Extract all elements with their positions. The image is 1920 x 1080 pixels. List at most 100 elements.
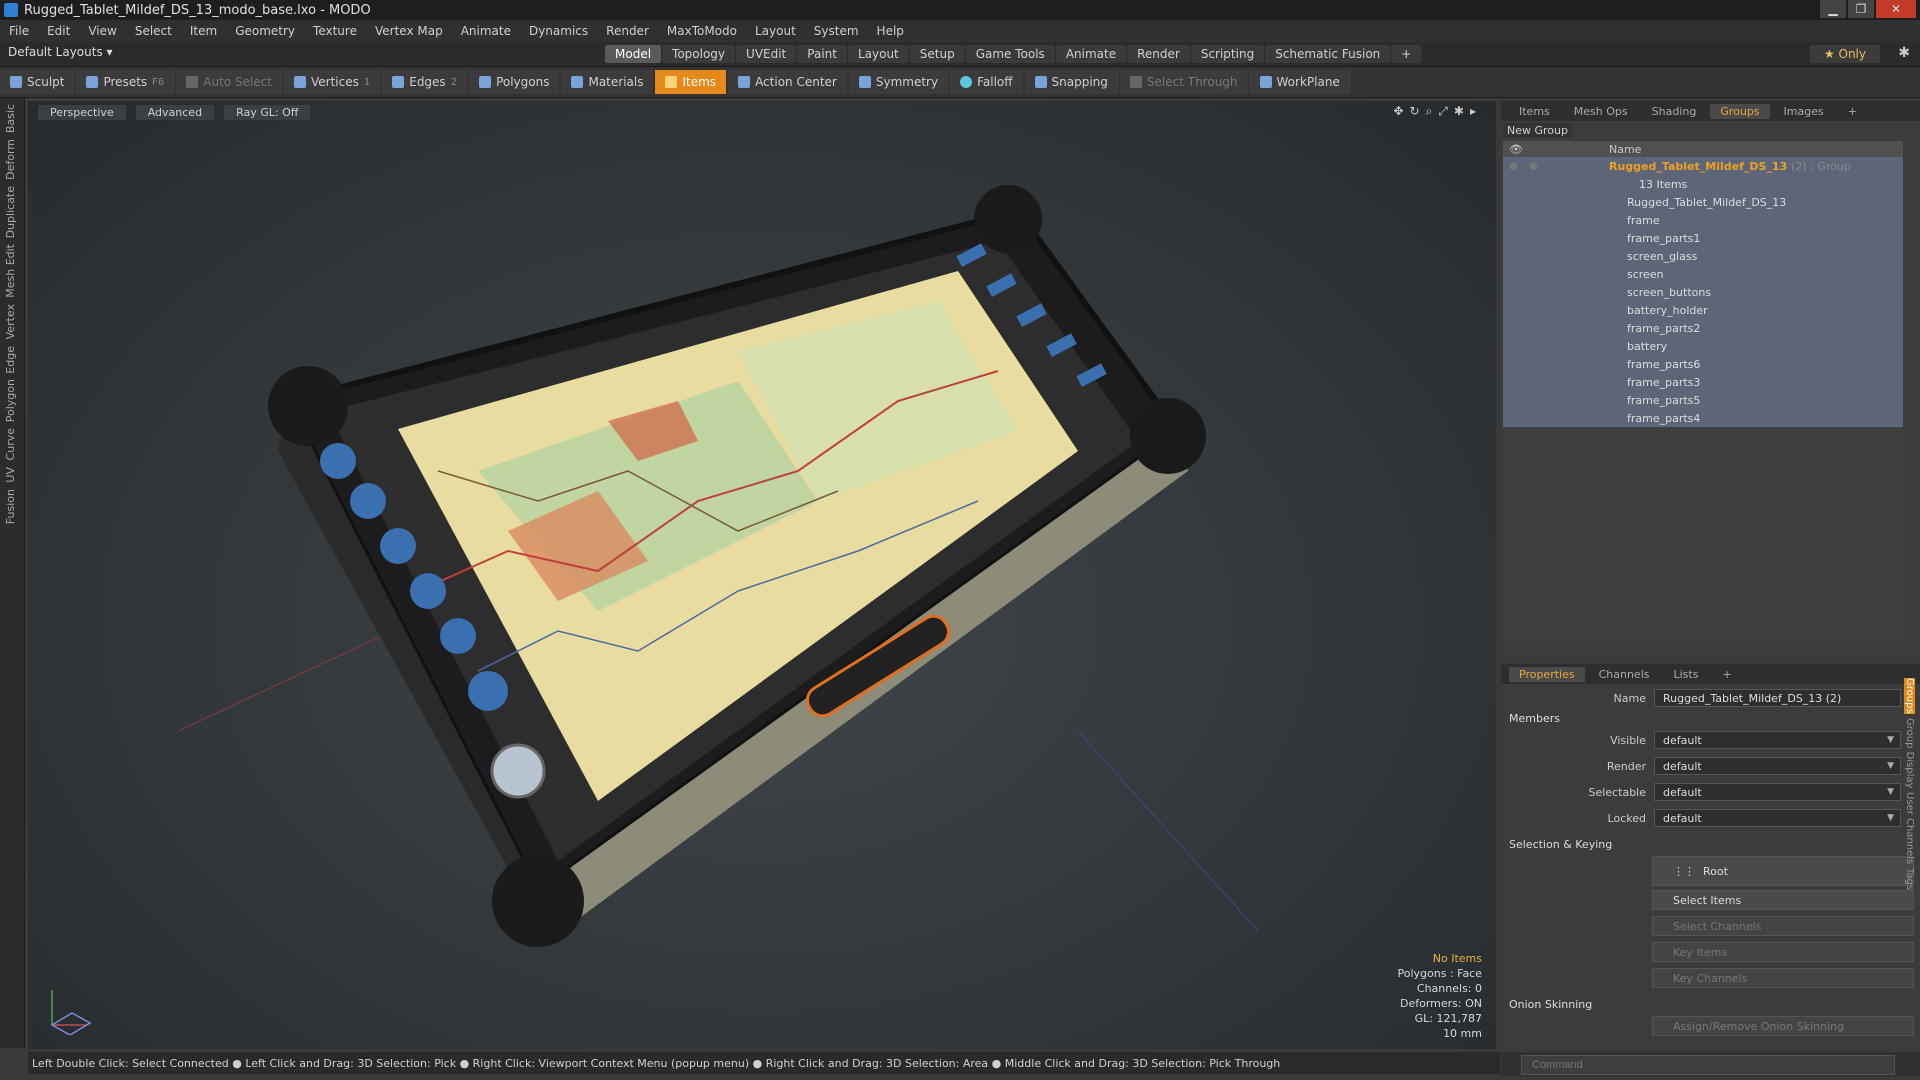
advanced-dropdown[interactable]: Advanced [135, 104, 215, 120]
only-button[interactable]: ★ Only [1809, 45, 1880, 63]
group-member-row[interactable]: frame_parts6 [1503, 355, 1903, 373]
menu-render[interactable]: Render [597, 24, 658, 38]
tab-images[interactable]: Images [1774, 104, 1834, 119]
strip-tab-uv[interactable]: UV [4, 467, 17, 483]
tab-setup[interactable]: Setup [909, 45, 965, 63]
key-channels-button[interactable]: Key Channels [1652, 968, 1914, 988]
side-tab-groups[interactable]: Groups [1904, 678, 1915, 714]
polygons-button[interactable]: Polygons [469, 70, 560, 94]
tab-animate[interactable]: Animate [1055, 45, 1127, 63]
selection-keying-section[interactable]: Selection & Keying [1509, 838, 1612, 851]
settings-icon[interactable]: ✱ [1454, 104, 1464, 119]
tab-shading[interactable]: Shading [1642, 104, 1707, 119]
tab-model[interactable]: Model [605, 45, 662, 63]
strip-tab-basic[interactable]: Basic [4, 104, 17, 133]
sculpt-button[interactable]: Sculpt [0, 70, 75, 94]
menu-file[interactable]: File [0, 24, 38, 38]
select-through-button[interactable]: Select Through [1119, 70, 1248, 94]
group-root-row[interactable]: ● ● Rugged_Tablet_Mildef_DS_13 (2) : Grou… [1503, 157, 1903, 175]
strip-tab-curve[interactable]: Curve [4, 428, 17, 460]
add-panel-tab-button[interactable]: + [1838, 104, 1867, 119]
pan-icon[interactable]: ✥ [1393, 104, 1403, 119]
tab-properties[interactable]: Properties [1509, 666, 1585, 682]
raygl-dropdown[interactable]: Ray GL: Off [224, 104, 311, 120]
menu-geometry[interactable]: Geometry [226, 24, 304, 38]
selectable-dropdown[interactable]: default ▼ [1654, 783, 1901, 801]
strip-tab-edge[interactable]: Edge [4, 346, 17, 374]
group-member-row[interactable]: battery [1503, 337, 1903, 355]
locked-dropdown[interactable]: default ▼ [1654, 809, 1901, 827]
group-member-row[interactable]: Rugged_Tablet_Mildef_DS_13 [1503, 193, 1903, 211]
onion-skinning-section[interactable]: Onion Skinning [1509, 998, 1592, 1011]
add-props-tab-button[interactable]: + [1712, 667, 1741, 682]
maximize-button[interactable]: ❐ [1848, 0, 1874, 18]
menu-texture[interactable]: Texture [304, 24, 366, 38]
action-center-button[interactable]: Action Center [728, 70, 847, 94]
tab-uvedit[interactable]: UVEdit [736, 45, 797, 63]
tab-topology[interactable]: Topology [662, 45, 736, 63]
render-dropdown[interactable]: default ▼ [1654, 757, 1901, 775]
menu-view[interactable]: View [79, 24, 125, 38]
close-button[interactable]: ✕ [1876, 0, 1916, 18]
command-input[interactable] [1521, 1055, 1895, 1075]
menu-animate[interactable]: Animate [452, 24, 520, 38]
eye-icon[interactable]: ● [1509, 161, 1521, 172]
group-member-row[interactable]: screen_glass [1503, 247, 1903, 265]
assign-onion-button[interactable]: Assign/Remove Onion Skinning [1652, 1016, 1914, 1036]
symmetry-button[interactable]: Symmetry [848, 70, 949, 94]
more-icon[interactable]: ▸ [1470, 104, 1476, 119]
tab-game-tools[interactable]: Game Tools [965, 45, 1055, 63]
visible-dropdown[interactable]: default ▼ [1654, 731, 1901, 749]
group-member-row[interactable]: screen_buttons [1503, 283, 1903, 301]
menu-help[interactable]: Help [868, 24, 913, 38]
menu-layout[interactable]: Layout [746, 24, 805, 38]
select-items-button[interactable]: Select Items [1652, 890, 1914, 910]
snapping-button[interactable]: Snapping [1024, 70, 1118, 94]
group-member-row[interactable]: frame_parts1 [1503, 229, 1903, 247]
root-button[interactable]: ⋮⋮ Root [1652, 856, 1914, 886]
workplane-button[interactable]: WorkPlane [1249, 70, 1350, 94]
strip-tab-fusion[interactable]: Fusion [4, 489, 17, 524]
side-tab-user-channels[interactable]: User Channels [1904, 792, 1915, 864]
group-member-row[interactable]: screen [1503, 265, 1903, 283]
3d-viewport[interactable]: Perspective Advanced Ray GL: Off ✥ ↻ ⌕ ⤢… [28, 101, 1496, 1049]
menu-select[interactable]: Select [126, 24, 181, 38]
maximize-icon[interactable]: ⤢ [1438, 104, 1448, 119]
tab-schematic-fusion[interactable]: Schematic Fusion [1265, 45, 1391, 63]
new-group-button[interactable]: New Group [1503, 123, 1572, 138]
tab-mesh-ops[interactable]: Mesh Ops [1564, 104, 1638, 119]
key-items-button[interactable]: Key Items [1652, 942, 1914, 962]
select-channels-button[interactable]: Select Channels [1652, 916, 1914, 936]
tab-items[interactable]: Items [1509, 104, 1560, 119]
falloff-button[interactable]: Falloff [950, 70, 1023, 94]
menu-dynamics[interactable]: Dynamics [520, 24, 597, 38]
menu-maxtomodo[interactable]: MaxToModo [658, 24, 746, 38]
group-member-row[interactable]: frame_parts3 [1503, 373, 1903, 391]
group-member-row[interactable]: battery_holder [1503, 301, 1903, 319]
group-member-row[interactable]: frame_parts5 [1503, 391, 1903, 409]
lock-icon[interactable]: ● [1529, 161, 1541, 172]
vertices-button[interactable]: Vertices 1 [283, 70, 381, 94]
perspective-dropdown[interactable]: Perspective [38, 104, 126, 120]
menu-vertex-map[interactable]: Vertex Map [366, 24, 452, 38]
group-member-row[interactable]: frame_parts2 [1503, 319, 1903, 337]
tab-scripting[interactable]: Scripting [1190, 45, 1265, 63]
tab-paint[interactable]: Paint [797, 45, 847, 63]
menu-system[interactable]: System [805, 24, 868, 38]
tab-groups[interactable]: Groups [1710, 103, 1770, 119]
add-tab-button[interactable]: + [1391, 45, 1422, 63]
edges-button[interactable]: Edges 2 [382, 70, 468, 94]
items-button[interactable]: Items [655, 70, 727, 94]
zoom-icon[interactable]: ⌕ [1426, 104, 1433, 119]
group-member-row[interactable]: frame [1503, 211, 1903, 229]
minimize-button[interactable]: ▁ [1820, 0, 1846, 18]
strip-tab-mesh-edit[interactable]: Mesh Edit [4, 244, 17, 298]
tab-render[interactable]: Render [1127, 45, 1190, 63]
default-layouts-dropdown[interactable]: Default Layouts ▾ [8, 45, 113, 59]
tab-layout[interactable]: Layout [847, 45, 909, 63]
strip-tab-vertex[interactable]: Vertex [4, 304, 17, 339]
strip-tab-deform[interactable]: Deform [4, 139, 17, 180]
strip-tab-duplicate[interactable]: Duplicate [4, 186, 17, 238]
members-section[interactable]: Members [1509, 712, 1560, 725]
group-member-row[interactable]: frame_parts4 [1503, 409, 1903, 427]
